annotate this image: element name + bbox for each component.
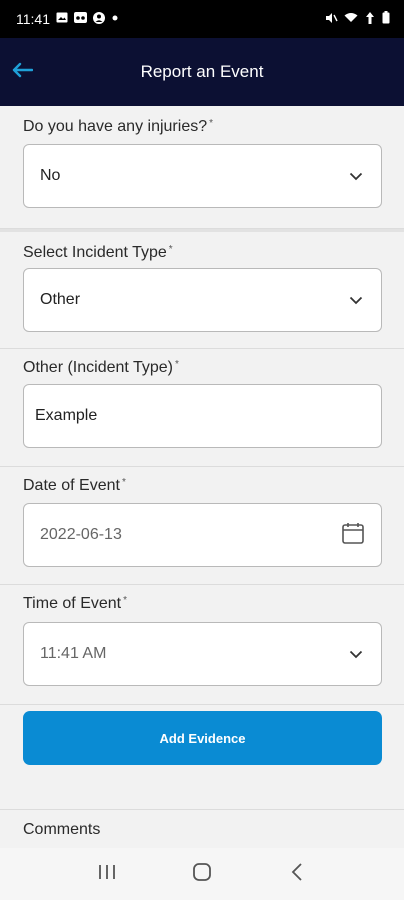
required-mark: *	[168, 244, 173, 255]
injuries-label: Do you have any injuries? *	[23, 118, 213, 136]
chevron-down-icon	[347, 291, 365, 309]
other-incident-type-label-text: Other (Incident Type)	[23, 359, 173, 376]
time-of-event-select[interactable]: 11:41 AM	[23, 622, 382, 686]
injuries-label-text: Do you have any injuries?	[23, 118, 208, 135]
incident-type-select[interactable]: Other	[23, 268, 382, 332]
calendar-icon[interactable]	[341, 521, 365, 550]
status-left: 11:41	[16, 11, 119, 27]
form-content[interactable]: Do you have any injuries? * No Select Inc…	[0, 106, 404, 848]
time-of-event-section: Time of Event * 11:41 AM	[0, 585, 404, 705]
recent-apps-button[interactable]	[87, 854, 127, 894]
image-icon	[56, 12, 68, 26]
system-back-button[interactable]	[277, 854, 317, 894]
injuries-value: No	[40, 167, 61, 184]
dot-icon	[111, 14, 119, 25]
incident-type-label-text: Select Incident Type	[23, 244, 167, 261]
back-button[interactable]	[4, 54, 40, 90]
home-icon	[192, 862, 212, 887]
arrow-left-icon	[11, 62, 34, 83]
home-button[interactable]	[182, 854, 222, 894]
date-of-event-input[interactable]: 2022-06-13	[23, 503, 382, 567]
battery-icon	[382, 11, 390, 27]
other-incident-type-section: Other (Incident Type) * Example	[0, 349, 404, 467]
time-of-event-value: 11:41 AM	[40, 645, 107, 662]
time-of-event-label-text: Time of Event	[23, 595, 122, 612]
incident-type-value: Other	[40, 291, 81, 308]
required-mark: *	[175, 359, 179, 370]
required-mark: *	[123, 595, 128, 606]
chevron-down-icon	[347, 167, 365, 185]
recent-apps-icon	[98, 864, 116, 885]
system-nav-bar	[0, 848, 404, 900]
other-incident-type-label: Other (Incident Type) *	[23, 359, 179, 377]
mute-icon	[325, 12, 338, 27]
status-bar: 11:41	[0, 0, 404, 38]
time-of-event-label: Time of Event *	[23, 595, 127, 613]
incident-type-section: Select Incident Type * Other	[0, 229, 404, 349]
status-right	[325, 11, 390, 27]
required-mark: *	[121, 477, 126, 488]
account-icon	[93, 11, 105, 27]
incident-type-label: Select Incident Type *	[23, 244, 173, 262]
voicemail-icon	[74, 12, 87, 26]
evidence-section: Add Evidence	[0, 705, 404, 810]
signal-icon	[364, 11, 376, 27]
date-of-event-value: 2022-06-13	[40, 526, 122, 543]
comments-label: Comments	[23, 821, 101, 838]
required-mark: *	[209, 118, 214, 129]
date-of-event-label: Date of Event *	[23, 477, 126, 495]
date-of-event-label-text: Date of Event	[23, 477, 120, 494]
page-title: Report an Event	[140, 62, 264, 81]
back-icon	[291, 862, 303, 886]
comments-section: Comments	[0, 810, 404, 848]
wifi-icon	[344, 12, 358, 26]
injuries-select[interactable]: No	[23, 144, 382, 208]
chevron-down-icon	[347, 645, 365, 663]
other-incident-type-value: Example	[35, 407, 98, 424]
add-evidence-button[interactable]: Add Evidence	[23, 711, 382, 765]
status-time: 11:41	[16, 11, 50, 27]
date-of-event-section: Date of Event * 2022-06-13	[0, 467, 404, 585]
app-bar: Report an Event	[0, 38, 404, 106]
other-incident-type-input[interactable]: Example	[23, 384, 382, 448]
injuries-section: Do you have any injuries? * No	[0, 106, 404, 229]
